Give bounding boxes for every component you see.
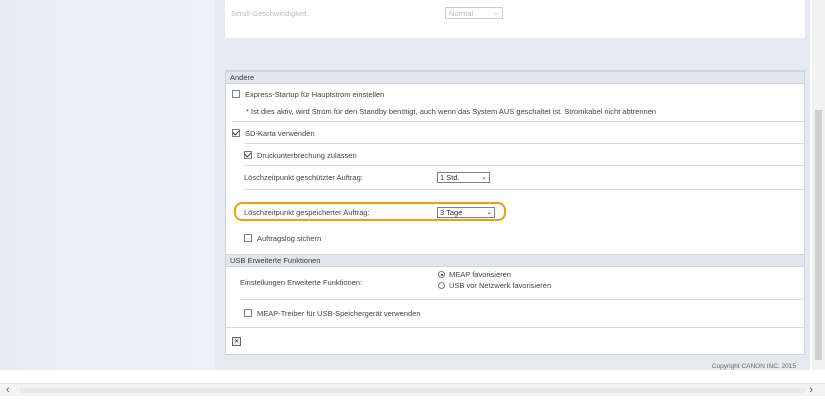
- delete-protected-row: Löschzeitpunkt geschützter Auftrag: 1 St…: [244, 170, 490, 184]
- meap-driver-checkbox[interactable]: [244, 309, 252, 317]
- delete-stored-value: 3 Tage: [440, 207, 463, 217]
- express-startup-row: Express-Startup für Hauptstrom einstelle…: [232, 87, 384, 101]
- scroll-speed-value: Normal: [449, 8, 474, 18]
- divider: [244, 143, 804, 144]
- usb-favor-radio[interactable]: [438, 282, 445, 289]
- usb-settings-label: Einstellungen Erweiterte Funktionen:: [240, 277, 363, 287]
- scroll-speed-label: Scroll-Geschwindigkeit:: [231, 8, 309, 18]
- meap-favor-radio[interactable]: [438, 271, 445, 278]
- divider: [240, 299, 804, 300]
- print-interrupt-checkbox[interactable]: [244, 151, 252, 159]
- delete-protected-select[interactable]: 1 Std. ⌄: [437, 171, 490, 183]
- divider: [244, 165, 804, 166]
- delete-stored-row: Löschzeitpunkt gespeicherter Auftrag: 3 …: [244, 205, 495, 219]
- usb-section-title: USB Erweiterte Funktionen: [230, 256, 321, 265]
- divider: [226, 327, 804, 328]
- reset-row: ✕: [232, 334, 241, 348]
- delete-stored-select[interactable]: 3 Tage ⌄: [437, 206, 495, 218]
- chevron-down-icon: ⌄: [486, 209, 492, 216]
- settings-panel: Andere Express-Startup für Hauptstrom ei…: [225, 70, 805, 355]
- left-sidebar: [0, 0, 215, 370]
- sd-card-checkbox[interactable]: [232, 129, 240, 137]
- express-startup-label: Express-Startup für Hauptstrom einstelle…: [245, 89, 385, 99]
- print-interrupt-label: Druckunterbrechung zulassen: [257, 150, 357, 160]
- meap-favor-label: MEAP favorisieren: [449, 270, 511, 279]
- vertical-scrollbar[interactable]: [812, 0, 825, 370]
- divider: [244, 189, 804, 190]
- andere-section-title: Andere: [230, 73, 255, 82]
- scrollbar-track[interactable]: [20, 388, 805, 393]
- delete-stored-label: Löschzeitpunkt gespeicherter Auftrag:: [244, 207, 370, 217]
- usb-section-header: USB Erweiterte Funktionen: [226, 254, 804, 267]
- horizontal-scrollbar[interactable]: ‹ ›: [0, 383, 825, 396]
- arrow-right-icon[interactable]: ›: [809, 384, 813, 396]
- scroll-speed-select[interactable]: Normal ⌄: [445, 7, 503, 19]
- scrollbar-thumb[interactable]: [815, 110, 822, 360]
- job-log-checkbox[interactable]: [244, 234, 252, 242]
- divider: [232, 121, 804, 122]
- footer: Copyright CANON INC. 2015: [0, 362, 812, 372]
- meap-driver-row: MEAP-Treiber für USB-Speichergerät verwe…: [244, 306, 421, 320]
- usb-settings-row: Einstellungen Erweiterte Funktionen:: [240, 275, 438, 289]
- scroll-speed-row: Scroll-Geschwindigkeit: Normal ⌄: [231, 6, 503, 20]
- meap-driver-label: MEAP-Treiber für USB-Speichergerät verwe…: [257, 308, 421, 318]
- andere-section-header: Andere: [226, 71, 804, 84]
- usb-favor-label: USB vor Netzwerk favorisieren: [449, 281, 552, 290]
- delete-protected-value: 1 Std.: [440, 172, 460, 182]
- main-content: Scroll-Geschwindigkeit: Normal ⌄ Andere …: [215, 0, 810, 370]
- display-settings-panel: Scroll-Geschwindigkeit: Normal ⌄: [225, 0, 805, 38]
- sd-card-row: SD-Karta verwenden: [232, 126, 315, 140]
- chevron-down-icon: ⌄: [493, 10, 499, 17]
- chevron-down-icon: ⌄: [481, 174, 487, 181]
- express-note-row: * Ist dies aktiv, wird Strom für den Sta…: [246, 104, 802, 118]
- reset-icon[interactable]: ✕: [232, 336, 241, 346]
- copyright-text: Copyright CANON INC. 2015: [711, 363, 796, 370]
- usb-option-row: MEAP favorisieren: [438, 269, 511, 280]
- usb-option-row: USB vor Netzwerk favorisieren: [438, 280, 551, 291]
- express-startup-checkbox[interactable]: [232, 90, 240, 98]
- delete-protected-label: Löschzeitpunkt geschützter Auftrag:: [244, 172, 363, 182]
- arrow-left-icon[interactable]: ‹: [6, 384, 10, 396]
- express-note-text: * Ist dies aktiv, wird Strom für den Sta…: [246, 106, 657, 116]
- print-interrupt-row: Druckunterbrechung zulassen: [244, 148, 357, 162]
- job-log-row: Auftragslog sichern: [244, 231, 321, 245]
- job-log-label: Auftragslog sichern: [257, 233, 322, 243]
- sd-card-label: SD-Karta verwenden: [245, 128, 315, 138]
